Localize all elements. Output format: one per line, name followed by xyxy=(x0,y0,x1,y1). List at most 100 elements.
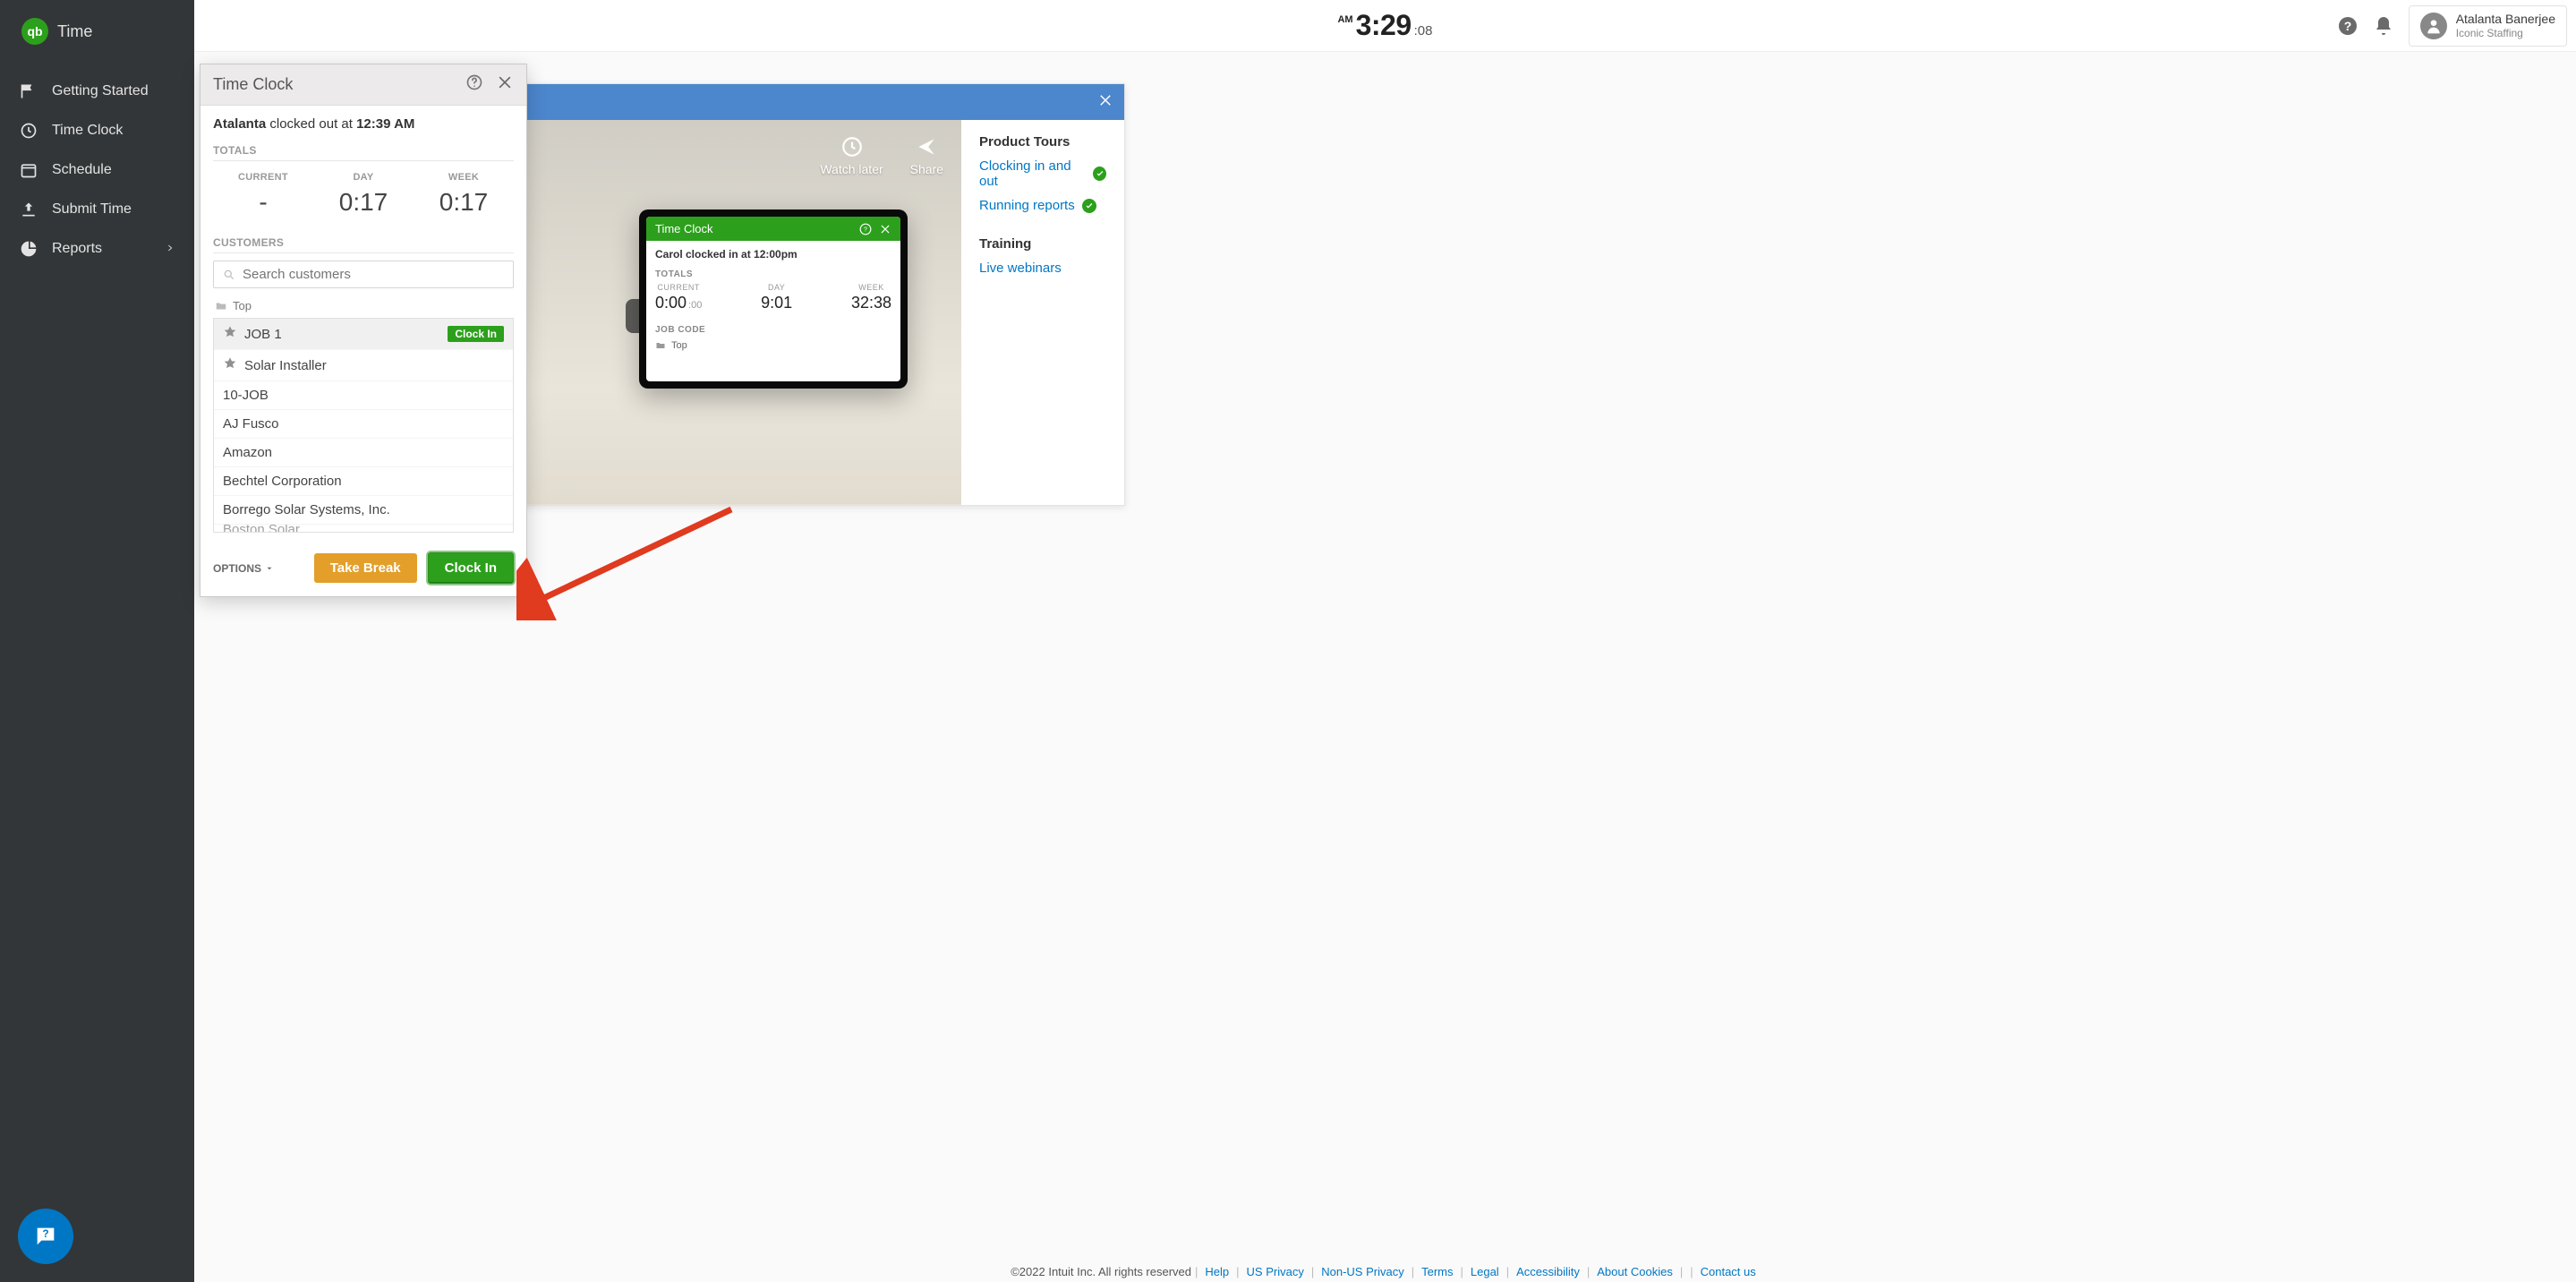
folder-icon xyxy=(215,300,227,312)
close-icon[interactable] xyxy=(496,73,514,96)
bell-icon[interactable] xyxy=(2373,15,2394,37)
take-break-button[interactable]: Take Break xyxy=(314,553,417,583)
customer-item[interactable]: Amazon xyxy=(214,439,513,467)
customer-name: Borrego Solar Systems, Inc. xyxy=(223,502,390,517)
check-icon xyxy=(1082,199,1096,213)
search-input[interactable] xyxy=(243,267,504,282)
customer-item[interactable]: JOB 1Clock In xyxy=(214,319,513,350)
copyright: ©2022 Intuit Inc. All rights reserved xyxy=(1011,1265,1191,1278)
day-label: DAY xyxy=(313,172,414,183)
nav-label: Schedule xyxy=(52,162,112,178)
chevron-right-icon xyxy=(166,241,175,257)
separator: | xyxy=(1236,1265,1239,1278)
mini-week-lbl: WEEK xyxy=(858,283,884,292)
customer-item[interactable]: Borrego Solar Systems, Inc. xyxy=(214,496,513,525)
help-icon[interactable] xyxy=(465,73,483,96)
main: AM 3:29 :08 ? Atalanta Banerjee Iconic S… xyxy=(194,0,2576,1282)
customer-list: JOB 1Clock InSolar Installer10-JOB AJ Fus… xyxy=(213,318,514,533)
nav-label: Reports xyxy=(52,241,102,257)
svg-text:?: ? xyxy=(864,226,867,233)
separator: | xyxy=(1506,1265,1509,1278)
separator: | xyxy=(1311,1265,1314,1278)
watch-later-label: Watch later xyxy=(820,162,883,176)
nav-submit-time[interactable]: Submit Time xyxy=(0,190,194,229)
footer-link[interactable]: Non-US Privacy xyxy=(1321,1265,1403,1278)
mini-status: Carol clocked in at 12:00pm xyxy=(646,241,900,264)
day-value: 0:17 xyxy=(339,188,388,216)
clock-in-button[interactable]: Clock In xyxy=(428,552,514,584)
footer-link[interactable]: Accessibility xyxy=(1516,1265,1580,1278)
totals-heading: TOTALS xyxy=(213,137,514,161)
upload-icon xyxy=(20,201,38,218)
separator: | xyxy=(1460,1265,1463,1278)
watch-later-button[interactable]: Watch later xyxy=(820,135,883,176)
search-input-wrap[interactable] xyxy=(213,261,514,288)
clock-seconds: :08 xyxy=(1414,23,1433,38)
help-icon[interactable]: ? xyxy=(2337,15,2358,37)
nav-reports[interactable]: Reports xyxy=(0,229,194,269)
annotation-arrow xyxy=(516,504,749,620)
chat-help-icon: ? xyxy=(33,1224,58,1249)
customer-item[interactable]: 10-JOB xyxy=(214,381,513,410)
customer-item[interactable]: Bechtel Corporation xyxy=(214,467,513,496)
footer-link[interactable]: Legal xyxy=(1471,1265,1499,1278)
status-name: Atalanta xyxy=(213,116,266,132)
mini-current-sm: :00 xyxy=(688,300,702,311)
status-mid: clocked out at xyxy=(266,116,356,132)
close-icon[interactable] xyxy=(1097,92,1113,113)
customer-item[interactable]: Boston Solar xyxy=(214,525,513,533)
svg-text:?: ? xyxy=(42,1228,48,1240)
laptop-mockup: Time Clock ? Carol clocked in at 12:00pm… xyxy=(639,209,908,389)
separator: | xyxy=(1690,1265,1693,1278)
help-fab-button[interactable]: ? xyxy=(18,1209,73,1264)
tour-reports[interactable]: Running reports xyxy=(979,198,1106,213)
footer-link[interactable]: Terms xyxy=(1421,1265,1453,1278)
nav-label: Submit Time xyxy=(52,201,132,218)
footer-link[interactable]: Contact us xyxy=(1701,1265,1756,1278)
share-button[interactable]: Share xyxy=(910,135,943,176)
mini-current-lbl: CURRENT xyxy=(657,283,700,292)
customer-item[interactable]: AJ Fusco xyxy=(214,410,513,439)
training-heading: Training xyxy=(979,236,1106,252)
current-label: CURRENT xyxy=(213,172,313,183)
customer-name: Bechtel Corporation xyxy=(223,474,342,489)
search-icon xyxy=(223,269,235,281)
share-label: Share xyxy=(910,162,943,176)
training-webinars[interactable]: Live webinars xyxy=(979,261,1106,276)
tour-clocking[interactable]: Clocking in and out xyxy=(979,158,1106,189)
footer-link[interactable]: US Privacy xyxy=(1247,1265,1304,1278)
brand: qb Time xyxy=(0,0,194,72)
separator: | xyxy=(1412,1265,1414,1278)
footer-link[interactable]: About Cookies xyxy=(1597,1265,1673,1278)
nav-getting-started[interactable]: Getting Started xyxy=(0,72,194,111)
nav-time-clock[interactable]: Time Clock xyxy=(0,111,194,150)
nav-schedule[interactable]: Schedule xyxy=(0,150,194,190)
customer-name: AJ Fusco xyxy=(223,416,279,432)
customer-name: Amazon xyxy=(223,445,272,460)
totals-row: CURRENT- DAY0:17 WEEK0:17 xyxy=(200,168,526,229)
flag-icon xyxy=(20,82,38,100)
close-icon xyxy=(879,223,891,235)
content-area: …ickBooks Time: what you can do… Watch l… xyxy=(194,52,2576,1282)
current-time: AM 3:29 :08 xyxy=(1337,9,1432,42)
customer-breadcrumb[interactable]: Top xyxy=(200,295,526,318)
mini-day-lbl: DAY xyxy=(768,283,785,292)
user-chip[interactable]: Atalanta Banerjee Iconic Staffing xyxy=(2409,5,2567,46)
customer-item[interactable]: Solar Installer xyxy=(214,350,513,381)
caret-down-icon xyxy=(265,564,274,573)
mini-top-label: Top xyxy=(671,340,687,351)
separator: | xyxy=(1587,1265,1590,1278)
footer-link[interactable]: Help xyxy=(1205,1265,1229,1278)
separator: | xyxy=(1680,1265,1683,1278)
user-name: Atalanta Banerjee xyxy=(2456,12,2555,27)
options-toggle[interactable]: OPTIONS xyxy=(213,562,274,575)
search-wrap xyxy=(200,261,526,295)
week-label: WEEK xyxy=(414,172,514,183)
nav-label: Getting Started xyxy=(52,83,149,99)
calendar-icon xyxy=(20,161,38,179)
nav-label: Time Clock xyxy=(52,123,123,139)
clock-in-pill[interactable]: Clock In xyxy=(448,326,504,342)
clock-icon xyxy=(20,122,38,140)
customer-name: Boston Solar xyxy=(223,525,300,533)
clock-ampm: AM xyxy=(1337,14,1352,25)
